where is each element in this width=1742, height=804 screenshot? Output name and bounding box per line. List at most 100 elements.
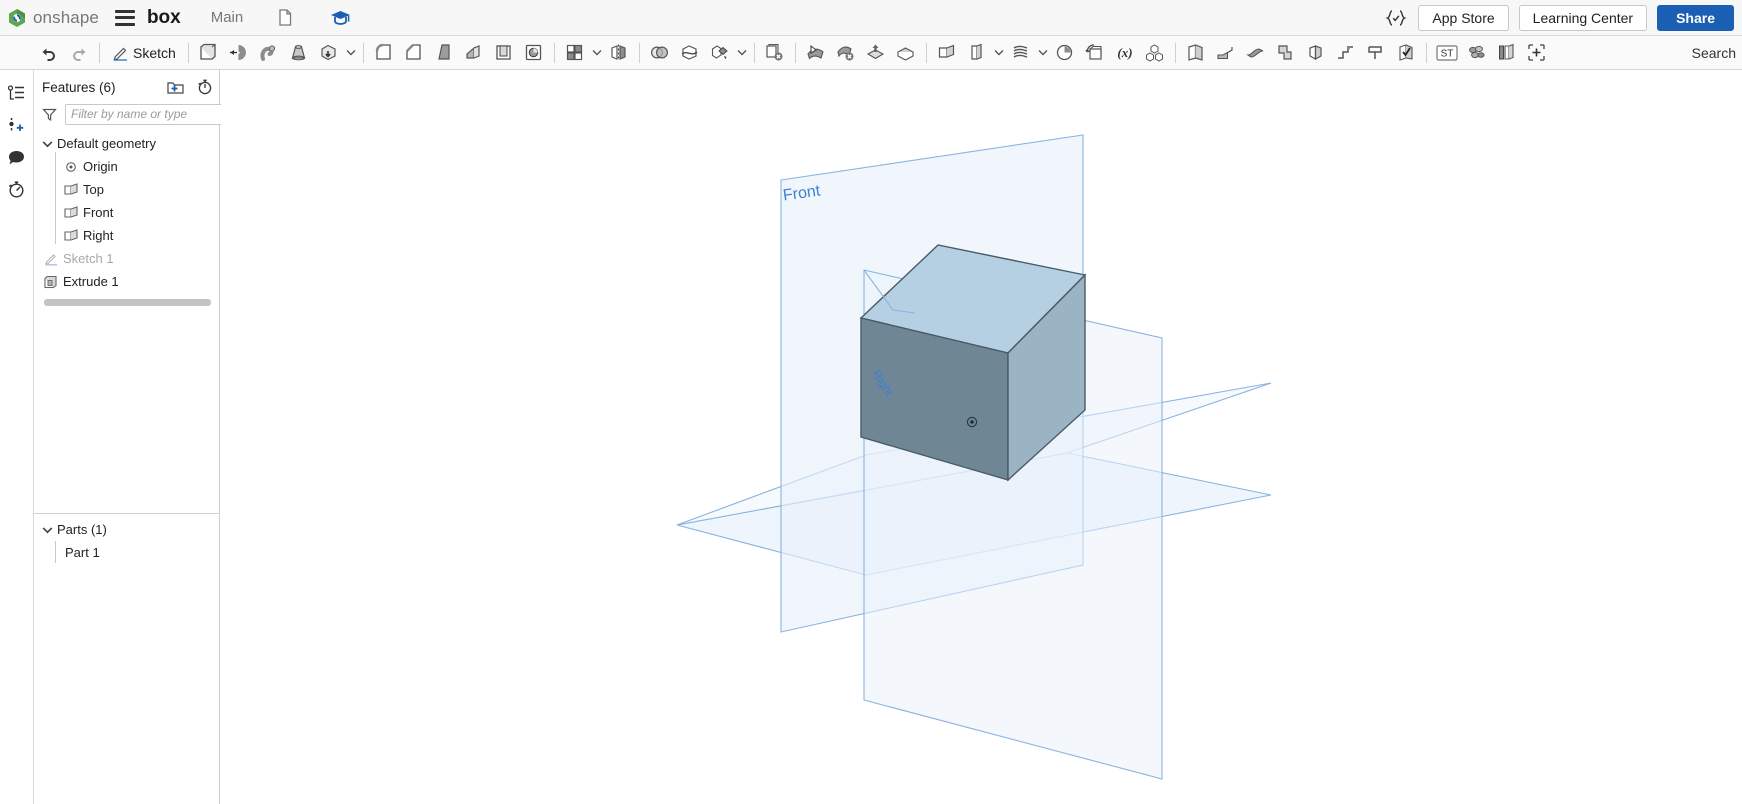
sketch-pencil-icon [42, 251, 60, 266]
app-store-button[interactable]: App Store [1418, 5, 1509, 31]
new-folder-icon[interactable] [167, 80, 184, 95]
delete-face-tool[interactable] [831, 38, 861, 68]
feature-list-icon[interactable] [3, 78, 31, 108]
rollback-timer-icon[interactable] [197, 79, 213, 95]
cad-scene[interactable] [221, 70, 1742, 804]
shell-tool[interactable] [489, 38, 519, 68]
toolbar-separator [99, 42, 100, 63]
brand[interactable]: onshape [6, 7, 99, 29]
tab-tool[interactable] [1301, 38, 1331, 68]
assembly-tool[interactable] [1140, 38, 1170, 68]
branch-name[interactable]: Main [211, 9, 244, 26]
split-tool[interactable] [675, 38, 705, 68]
redo-arrow-icon[interactable] [64, 38, 94, 68]
curve-tool[interactable] [1006, 38, 1036, 68]
pattern-dropdown-caret[interactable] [590, 41, 604, 65]
plane-icon [62, 206, 80, 219]
brand-name: onshape [33, 7, 99, 27]
draft-tool[interactable] [429, 38, 459, 68]
boolean-tool[interactable] [645, 38, 675, 68]
parts-item-part-1[interactable]: Part 1 [34, 541, 219, 564]
tree-item-origin[interactable]: Origin [34, 155, 219, 178]
chevron-down-icon[interactable] [40, 140, 54, 148]
fillet-tool[interactable] [369, 38, 399, 68]
features-panel-header: Features (6) [34, 74, 219, 100]
chevron-down-icon[interactable] [40, 526, 54, 534]
feature-tree-scrollbar[interactable] [44, 299, 211, 306]
replace-face-tool[interactable] [861, 38, 891, 68]
toolbar-separator [638, 42, 640, 63]
move-face-tool[interactable] [801, 38, 831, 68]
standard-content-tool[interactable]: ST [1432, 38, 1462, 68]
plane-icon [62, 183, 80, 196]
top-bar: onshape box Main App Store Learning Cent… [0, 0, 1742, 36]
enclose-tool[interactable] [891, 38, 921, 68]
toolbar-separator [794, 42, 796, 63]
thicken-dropdown-caret[interactable] [344, 41, 358, 65]
thicken-tool[interactable] [314, 38, 344, 68]
hem-tool[interactable] [1271, 38, 1301, 68]
document-title[interactable]: box [147, 7, 181, 29]
sketch-tool-button[interactable]: Sketch [105, 38, 183, 68]
plane-icon [62, 229, 80, 242]
tree-item-plane-right[interactable]: Right [34, 224, 219, 247]
comments-icon[interactable] [3, 142, 31, 172]
history-icon[interactable] [3, 174, 31, 204]
share-button[interactable]: Share [1657, 5, 1734, 31]
parts-section-header[interactable]: Parts (1) [34, 518, 219, 541]
tree-item-default-geometry[interactable]: Default geometry [34, 132, 219, 155]
extrude-tool[interactable] [194, 38, 224, 68]
chamfer-tool[interactable] [399, 38, 429, 68]
search-label[interactable]: Search [1692, 45, 1742, 61]
tree-item-sketch-1[interactable]: Sketch 1 [34, 247, 219, 270]
toolbar-separator [753, 42, 755, 63]
tree-item-plane-top[interactable]: Top [34, 178, 219, 201]
simulation-tool[interactable] [1462, 38, 1492, 68]
add-measurement-icon[interactable] [3, 110, 31, 140]
jog-tool[interactable] [1331, 38, 1361, 68]
loft-tool[interactable] [284, 38, 314, 68]
bend-tool[interactable] [1241, 38, 1271, 68]
toolbar-separator [187, 42, 189, 63]
toolbar-separator [553, 42, 555, 63]
derive-tool[interactable] [1080, 38, 1110, 68]
sheetmetal-check-tool[interactable] [1391, 38, 1421, 68]
revolve-tool[interactable] [224, 38, 254, 68]
undo-arrow-icon[interactable] [34, 38, 64, 68]
filter-funnel-icon[interactable] [42, 107, 57, 122]
feature-tree: Default geometry Origin Top Front Right … [34, 128, 219, 306]
add-toolbar-icon[interactable] [1522, 38, 1552, 68]
tree-label: Front [83, 205, 114, 220]
sweep-tool[interactable] [254, 38, 284, 68]
rib-tool[interactable] [459, 38, 489, 68]
mirror-tool[interactable] [604, 38, 634, 68]
sheetmetal-model-tool[interactable] [1181, 38, 1211, 68]
render-tool[interactable] [1492, 38, 1522, 68]
top-bar-right-actions: App Store Learning Center Share [1384, 0, 1742, 36]
filter-input[interactable] [65, 103, 234, 125]
tree-item-extrude-1[interactable]: Extrude 1 [34, 270, 219, 293]
plane-dropdown-caret[interactable] [992, 41, 1006, 65]
features-panel-title: Features (6) [42, 79, 116, 95]
sketch-plane-tool[interactable] [962, 38, 992, 68]
pattern-tool[interactable] [560, 38, 590, 68]
learning-center-button[interactable]: Learning Center [1518, 5, 1648, 31]
hamburger-menu-icon[interactable] [114, 9, 135, 26]
hole-tool[interactable] [519, 38, 549, 68]
copy-documents-icon[interactable] [277, 8, 296, 28]
plane-tool[interactable] [932, 38, 962, 68]
flange-tool[interactable] [1211, 38, 1241, 68]
3d-viewport[interactable]: Front Right [221, 70, 1742, 804]
origin-point-icon [62, 161, 80, 173]
transform-tool[interactable] [705, 38, 735, 68]
curve-dropdown-caret[interactable] [1036, 41, 1050, 65]
variable-tool[interactable]: (x) [1110, 38, 1140, 68]
clock-tool[interactable] [1050, 38, 1080, 68]
transform-dropdown-caret[interactable] [735, 41, 749, 65]
graduation-cap-icon[interactable] [330, 9, 351, 26]
delete-part-tool[interactable] [760, 38, 790, 68]
tree-item-plane-front[interactable]: Front [34, 201, 219, 224]
extrude-icon [42, 275, 60, 289]
featurescript-braces-icon[interactable] [1384, 9, 1408, 27]
corner-tool[interactable] [1361, 38, 1391, 68]
